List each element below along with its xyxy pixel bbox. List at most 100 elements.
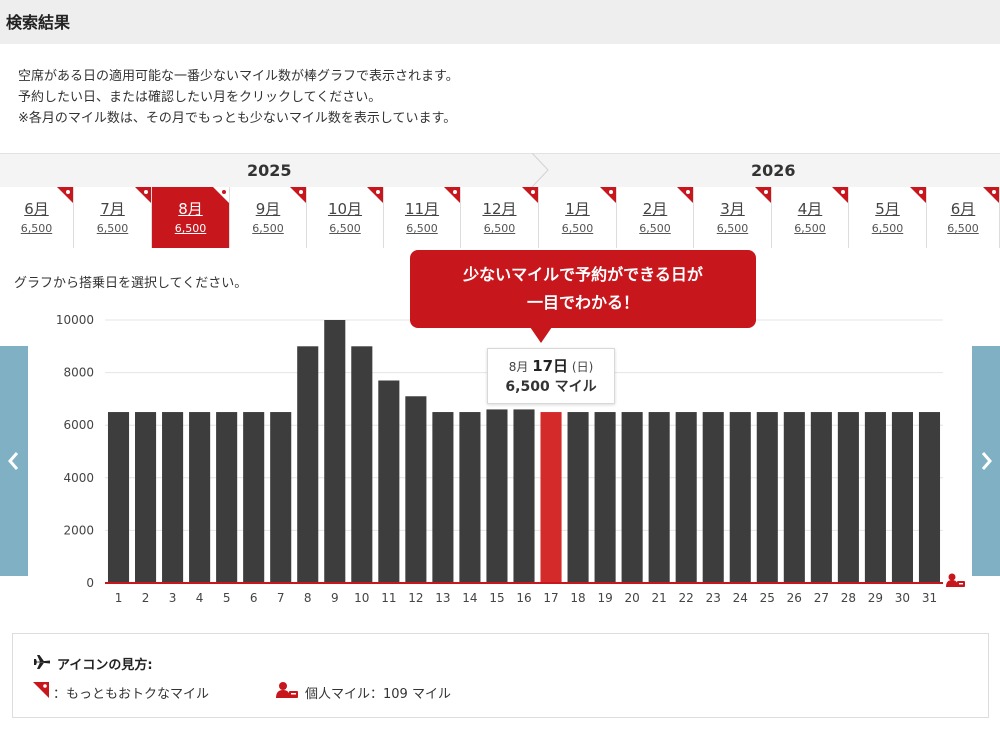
feature-callout: 少ないマイルで予約ができる日が 一目でわかる！ <box>410 250 756 328</box>
month-tab[interactable]: 2月 6,500 <box>617 187 694 248</box>
bar[interactable] <box>432 412 454 583</box>
callout-line-2: 一目でわかる！ <box>526 293 639 312</box>
deal-flag-icon <box>290 187 306 203</box>
bar[interactable] <box>891 412 913 583</box>
deal-flag-dot <box>686 190 690 194</box>
x-tick-label: 5 <box>223 591 231 605</box>
month-tab-miles: 6,500 <box>329 222 361 235</box>
bar[interactable] <box>107 412 130 583</box>
deal-flag-dot <box>299 190 303 194</box>
deal-flag-dot <box>376 190 380 194</box>
bar[interactable] <box>918 412 941 583</box>
month-tab[interactable]: 6月 6,500 <box>0 187 74 248</box>
deal-flag-dot <box>222 190 226 194</box>
deal-flag-icon <box>983 187 999 203</box>
bar[interactable] <box>243 412 265 583</box>
deal-flag-dot <box>531 190 535 194</box>
deal-flag-icon <box>57 187 73 203</box>
bar[interactable] <box>486 409 508 583</box>
bar[interactable] <box>810 412 832 583</box>
selected-day-tooltip: 8月 17日 (日) 6,500 マイル <box>487 348 615 404</box>
deal-flag-dot <box>66 190 70 194</box>
month-tab-miles: 6,500 <box>252 222 284 235</box>
description: 空席がある日の適用可能な一番少ないマイル数が棒グラフで表示されます。 予約したい… <box>18 66 459 129</box>
bar[interactable] <box>567 412 589 583</box>
x-tick-label: 29 <box>868 591 883 605</box>
bar[interactable] <box>270 412 292 583</box>
deal-flag-icon <box>832 187 848 203</box>
selected-bar[interactable] <box>540 412 562 583</box>
bar[interactable] <box>621 412 643 583</box>
deal-flag-icon <box>755 187 771 203</box>
deal-flag-dot <box>764 190 768 194</box>
month-tab[interactable]: 10月 6,500 <box>307 187 384 248</box>
month-tabs: 6月 6,500 7月 6,500 8月 6,500 9月 6,500 10月 6,500 11月 6… <box>0 187 1000 248</box>
bar[interactable] <box>783 412 805 583</box>
month-tab[interactable]: 7月 6,500 <box>74 187 152 248</box>
x-tick-label: 23 <box>706 591 721 605</box>
tooltip-miles: 6,500 マイル <box>505 379 597 395</box>
bar[interactable] <box>324 320 346 583</box>
tooltip-month: 8月 <box>508 360 529 374</box>
bar[interactable] <box>864 412 886 583</box>
month-tab-miles: 6,500 <box>96 222 129 235</box>
x-tick-label: 19 <box>597 591 612 605</box>
bar[interactable] <box>513 409 535 583</box>
bar[interactable] <box>729 412 751 583</box>
deal-flag-icon <box>135 187 151 203</box>
month-tab[interactable]: 12月 6,500 <box>461 187 539 248</box>
x-tick-label: 30 <box>895 591 910 605</box>
bar[interactable] <box>135 412 157 583</box>
x-tick-label: 7 <box>277 591 285 605</box>
month-tab[interactable]: 1月 6,500 <box>539 187 617 248</box>
y-tick-label: 2000 <box>63 523 94 537</box>
month-tab[interactable]: 6月 6,500 <box>927 187 1000 248</box>
deal-flag-dot <box>919 190 923 194</box>
month-tab[interactable]: 9月 6,500 <box>230 187 307 248</box>
year-bar: 2025 2026 <box>0 153 1000 188</box>
deal-flag-dot <box>992 190 996 194</box>
y-tick-label: 0 <box>86 576 94 590</box>
bar[interactable] <box>351 346 373 583</box>
month-tab[interactable]: 4月 6,500 <box>772 187 849 248</box>
bar[interactable] <box>675 412 697 583</box>
x-tick-label: 31 <box>922 591 937 605</box>
x-tick-label: 24 <box>733 591 748 605</box>
month-tab-miles: 6,500 <box>794 222 826 235</box>
deal-flag-dot <box>841 190 845 194</box>
x-tick-label: 4 <box>196 591 204 605</box>
month-tab-miles: 6,500 <box>406 222 438 235</box>
bar[interactable] <box>378 380 400 583</box>
bar[interactable] <box>459 412 481 583</box>
month-tab[interactable]: 11月 6,500 <box>384 187 461 248</box>
month-tab[interactable]: 5月 6,500 <box>849 187 927 248</box>
bar[interactable] <box>837 412 859 583</box>
bar[interactable] <box>162 412 184 583</box>
x-tick-label: 22 <box>679 591 694 605</box>
month-tab[interactable]: 8月 6,500 <box>152 187 230 248</box>
x-tick-label: 18 <box>570 591 585 605</box>
icon-legend: アイコンの見方: ：もっともおトクなマイル 個人マイル：109 マイル <box>12 633 989 718</box>
month-tab-miles: 6,500 <box>947 222 979 235</box>
callout-line-1: 少ないマイルで予約ができる日が <box>463 265 703 284</box>
deal-flag-icon <box>600 187 616 203</box>
bar[interactable] <box>648 412 670 583</box>
x-tick-label: 21 <box>652 591 667 605</box>
bar[interactable] <box>216 412 238 583</box>
x-tick-label: 10 <box>354 591 369 605</box>
header: 検索結果 <box>0 0 1000 44</box>
month-tab[interactable]: 3月 6,500 <box>694 187 772 248</box>
y-tick-label: 6000 <box>63 418 94 432</box>
bar[interactable] <box>405 396 427 583</box>
month-tab-miles: 6,500 <box>174 222 207 235</box>
x-tick-label: 15 <box>489 591 504 605</box>
bar[interactable] <box>594 412 616 583</box>
year-label-2025: 2025 <box>247 161 292 180</box>
month-tab-miles: 6,500 <box>483 222 516 235</box>
bar[interactable] <box>297 346 319 583</box>
bar[interactable] <box>189 412 211 583</box>
bar[interactable] <box>702 412 724 583</box>
x-tick-label: 1 <box>115 591 123 605</box>
year-label-2026: 2026 <box>751 161 796 180</box>
bar[interactable] <box>756 412 778 583</box>
